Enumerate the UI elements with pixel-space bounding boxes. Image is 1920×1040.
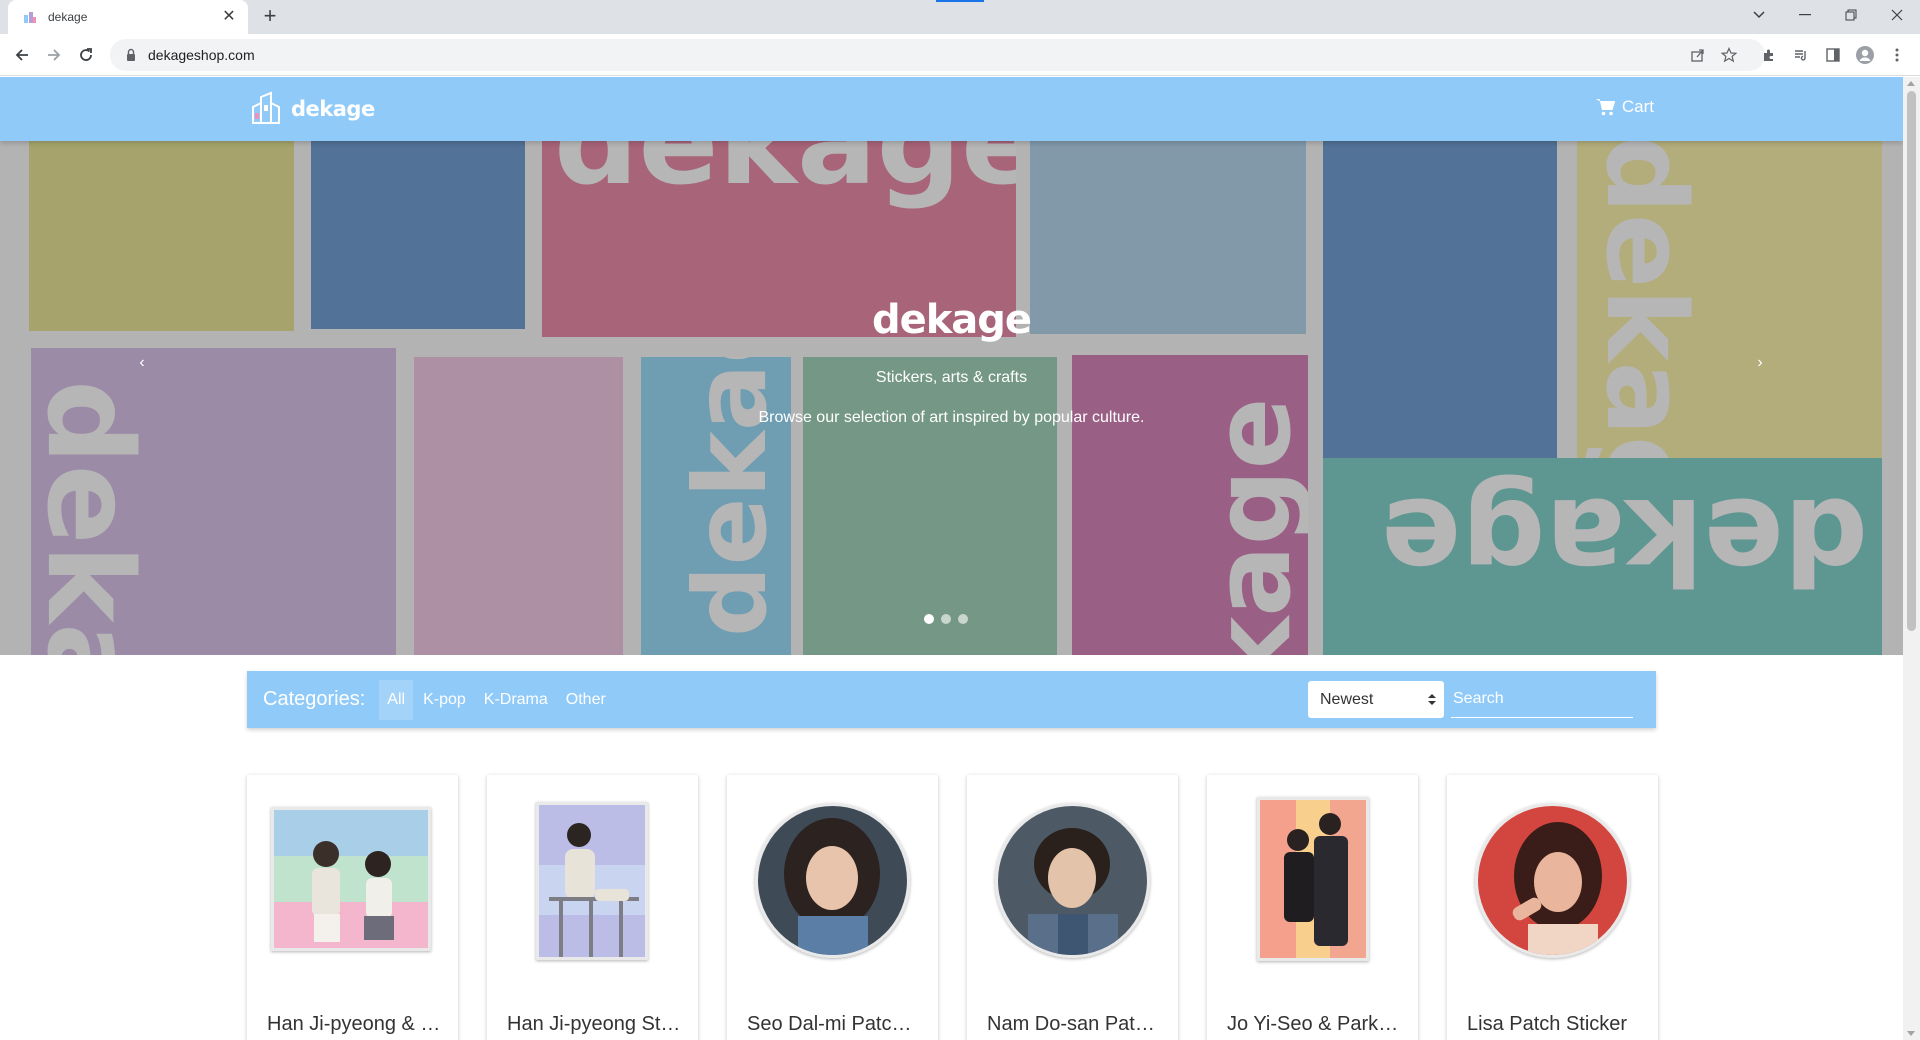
hero-description: Browse our selection of art inspired by …: [758, 409, 1145, 426]
carousel-next-button[interactable]: ›: [1750, 353, 1770, 373]
hero-watermark: dekage: [1191, 397, 1308, 655]
scroll-up-icon[interactable]: [1907, 81, 1915, 86]
logo-text: dekage: [291, 97, 375, 121]
close-window-icon[interactable]: [1874, 0, 1920, 30]
share-icon[interactable]: [1685, 39, 1711, 71]
dekage-favicon-icon: [24, 12, 36, 23]
sort-select[interactable]: Newest: [1308, 681, 1444, 718]
page-viewport: dekage Cart dekage dekage dekage dekage: [0, 77, 1903, 1040]
media-controls-icon[interactable]: [1789, 43, 1813, 67]
browser-menu-icon[interactable]: [1885, 43, 1909, 67]
restore-icon[interactable]: [1828, 0, 1874, 30]
tab-title: dekage: [48, 10, 88, 24]
tab-strip-highlight: [936, 0, 984, 2]
tab-search-icon[interactable]: [1736, 0, 1782, 30]
product-title[interactable]: Han Ji-pyeong Sticker: [507, 1013, 682, 1036]
carousel-indicator-1[interactable]: [924, 614, 934, 624]
product-image: [995, 803, 1150, 958]
url-text: dekageshop.com: [148, 47, 255, 63]
hero-title: dekage: [871, 297, 1032, 343]
product-card[interactable]: Han Ji-pyeong Sticker: [487, 775, 698, 1040]
scrollbar-thumb[interactable]: [1907, 91, 1916, 631]
category-filter-bar: Categories: All K-pop K-Drama Other Newe…: [247, 671, 1656, 728]
product-image: [1475, 803, 1630, 958]
cart-link[interactable]: Cart: [1595, 97, 1654, 117]
category-all[interactable]: All: [379, 679, 414, 720]
cart-icon: [1595, 99, 1615, 116]
hero-subtitle: Stickers, arts & crafts: [875, 369, 1028, 386]
product-image: [271, 807, 431, 951]
reload-icon[interactable]: [74, 43, 98, 67]
hero-watermark: dekage: [672, 357, 789, 637]
side-panel-icon[interactable]: [1821, 43, 1845, 67]
search-field[interactable]: [1451, 681, 1633, 718]
address-bar[interactable]: dekageshop.com: [110, 39, 1765, 71]
category-kpop[interactable]: K-pop: [415, 680, 474, 720]
tab-close-icon[interactable]: ✕: [220, 8, 238, 26]
categories-label: Categories:: [263, 688, 366, 710]
product-card[interactable]: Han Ji-pyeong & Seo Dal-mi Sticker: [247, 775, 458, 1040]
forward-icon[interactable]: [42, 43, 66, 67]
lock-icon: [127, 48, 135, 61]
minimize-icon[interactable]: [1782, 0, 1828, 30]
site-logo[interactable]: dekage: [247, 89, 375, 129]
browser-tab-strip: dekage ✕ +: [0, 0, 1920, 34]
hero-tile: dekage: [1072, 355, 1308, 655]
product-card[interactable]: Nam Do-san Patch Sticker: [967, 775, 1178, 1040]
product-image: [1257, 797, 1369, 961]
carousel-indicator-2[interactable]: [941, 614, 951, 624]
site-navbar: dekage Cart: [0, 77, 1903, 141]
product-title[interactable]: Seo Dal-mi Patch Sticker: [747, 1013, 922, 1036]
hero-tile: [414, 357, 623, 655]
product-image: [755, 803, 910, 958]
dekage-logo-icon: [252, 91, 280, 124]
browser-tab[interactable]: dekage ✕: [8, 0, 248, 34]
new-tab-button[interactable]: +: [258, 5, 282, 29]
category-other[interactable]: Other: [558, 680, 614, 720]
hero-tile: dekage: [641, 357, 791, 655]
product-card[interactable]: Seo Dal-mi Patch Sticker: [727, 775, 938, 1040]
hero-watermark: dekage: [554, 141, 1016, 211]
product-card[interactable]: Lisa Patch Sticker: [1447, 775, 1658, 1040]
select-arrows-icon: [1428, 694, 1436, 705]
product-title[interactable]: Lisa Patch Sticker: [1467, 1013, 1642, 1036]
carousel-indicators: [924, 614, 968, 624]
product-title[interactable]: Nam Do-san Patch Sticker: [987, 1013, 1162, 1036]
sort-selected-value: Newest: [1320, 690, 1374, 708]
search-input[interactable]: [1453, 690, 1633, 708]
back-icon[interactable]: [10, 43, 34, 67]
hero-tile: dekage: [31, 348, 396, 655]
hero-tile: dekage: [1323, 458, 1882, 655]
scroll-down-icon[interactable]: [1907, 1031, 1915, 1036]
carousel-prev-button[interactable]: ‹: [132, 353, 152, 373]
hero-tile: [803, 357, 1057, 655]
profile-avatar-icon[interactable]: [1853, 43, 1877, 67]
extensions-icon[interactable]: [1757, 43, 1781, 67]
hero-carousel: dekage dekage dekage dekage dekage dekag…: [0, 141, 1903, 655]
category-kdrama[interactable]: K-Drama: [476, 680, 556, 720]
product-card[interactable]: Jo Yi-Seo & Park Sae-ro-yi Sticker: [1207, 775, 1418, 1040]
browser-toolbar: dekageshop.com: [0, 34, 1920, 76]
page-scrollbar[interactable]: [1903, 77, 1920, 1040]
product-title[interactable]: Jo Yi-Seo & Park Sae-ro-yi Sticker: [1227, 1013, 1402, 1036]
carousel-indicator-3[interactable]: [958, 614, 968, 624]
cart-label: Cart: [1621, 97, 1654, 116]
hero-watermark: dekage: [1381, 472, 1869, 610]
product-title[interactable]: Han Ji-pyeong & Seo Dal-mi Sticker: [267, 1013, 442, 1036]
product-image: [536, 802, 648, 960]
bookmark-star-icon[interactable]: [1716, 39, 1742, 71]
